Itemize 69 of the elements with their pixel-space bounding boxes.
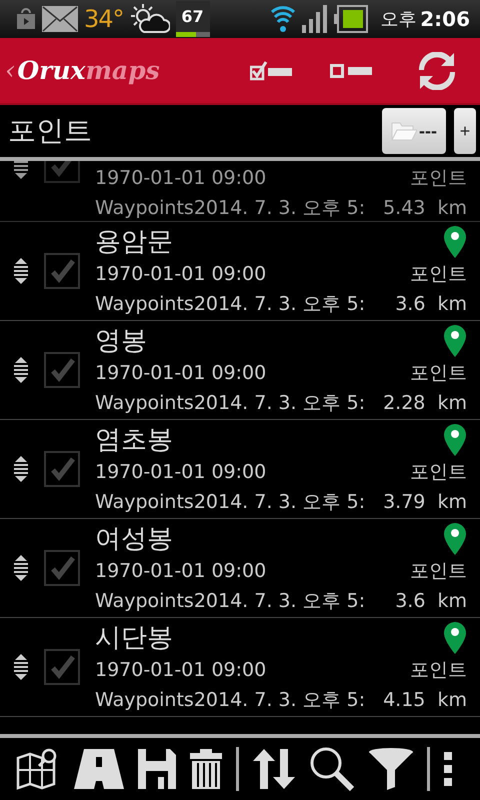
point-folder: Waypoints2014. 7. 3. 오후 5: [95, 688, 366, 713]
point-name: 여성봉 [95, 523, 173, 556]
checkbox[interactable] [44, 352, 80, 388]
add-button[interactable]: + [454, 108, 476, 154]
app-logo[interactable]: ‹Oruxmaps [5, 56, 160, 86]
save-icon[interactable] [138, 749, 176, 789]
point-distance: 3.79 km [383, 491, 467, 513]
filter-icon[interactable] [369, 748, 413, 790]
trash-icon[interactable] [190, 749, 222, 789]
point-date: 1970-01-01 09:00 [95, 263, 266, 285]
drag-handle-icon[interactable] [12, 454, 30, 484]
folder-button[interactable]: --- [382, 108, 446, 154]
point-date: 1970-01-01 09:00 [95, 461, 266, 483]
point-date: 1970-01-01 09:00 [95, 167, 266, 189]
point-type: 포인트 [410, 361, 467, 386]
point-name: 용암문 [95, 226, 173, 259]
point-type: 포인트 [410, 460, 467, 485]
drag-handle-icon[interactable] [12, 355, 30, 385]
clock: 2:06 [420, 7, 470, 31]
map-pin-icon [443, 423, 467, 457]
point-date: 1970-01-01 09:00 [95, 362, 266, 384]
point-distance: 3.6 km [395, 293, 467, 315]
battery-icon [334, 5, 368, 33]
checkbox[interactable] [44, 550, 80, 586]
search-icon[interactable] [309, 746, 355, 792]
point-type: 포인트 [410, 658, 467, 683]
checkbox[interactable] [44, 451, 80, 487]
point-type: 포인트 [410, 559, 467, 584]
mail-icon [42, 6, 78, 32]
point-folder: Waypoints2014. 7. 3. 오후 5: [95, 589, 366, 614]
point-folder: Waypoints2014. 7. 3. 오후 5: [95, 490, 366, 515]
more-icon[interactable] [444, 752, 452, 786]
drag-handle-icon[interactable] [12, 652, 30, 682]
deselect-all-icon[interactable] [330, 64, 374, 78]
point-folder: Waypoints2014. 7. 3. 오후 5: [95, 196, 366, 221]
folder-icon [391, 121, 417, 141]
map-pin-icon [443, 225, 467, 259]
point-name: 염초봉 [95, 424, 173, 457]
refresh-icon[interactable] [418, 52, 456, 90]
map-pin-icon [443, 522, 467, 556]
point-type: 포인트 [410, 166, 467, 191]
temperature: 34° [84, 5, 124, 33]
wifi-icon [270, 4, 296, 34]
screen-title: 포인트 [8, 113, 92, 149]
map-pin-icon [443, 324, 467, 358]
point-name: 영봉 [95, 325, 147, 358]
point-folder: Waypoints2014. 7. 3. 오후 5: [95, 292, 366, 317]
store-icon [16, 8, 36, 30]
point-distance: 2.28 km [383, 392, 467, 414]
map-pin-icon [443, 621, 467, 655]
checkbox[interactable] [44, 253, 80, 289]
signal-icon [302, 5, 328, 33]
battery-widget: 67 [176, 1, 210, 37]
point-date: 1970-01-01 09:00 [95, 560, 266, 582]
point-distance: 4.15 km [383, 689, 467, 711]
point-distance: 5.43 km [383, 197, 467, 219]
point-name: 시단봉 [95, 622, 173, 655]
point-date: 1970-01-01 09:00 [95, 659, 266, 681]
weather-icon [130, 4, 170, 34]
checkbox[interactable] [44, 649, 80, 685]
time-period: 오후 [380, 8, 416, 31]
point-distance: 3.6 km [395, 590, 467, 612]
point-folder: Waypoints2014. 7. 3. 오후 5: [95, 391, 366, 416]
drag-handle-icon[interactable] [12, 256, 30, 286]
select-all-icon[interactable] [250, 60, 294, 80]
sort-icon[interactable] [253, 749, 295, 789]
road-icon[interactable] [74, 749, 124, 789]
drag-handle-icon[interactable] [12, 553, 30, 583]
point-type: 포인트 [410, 262, 467, 287]
